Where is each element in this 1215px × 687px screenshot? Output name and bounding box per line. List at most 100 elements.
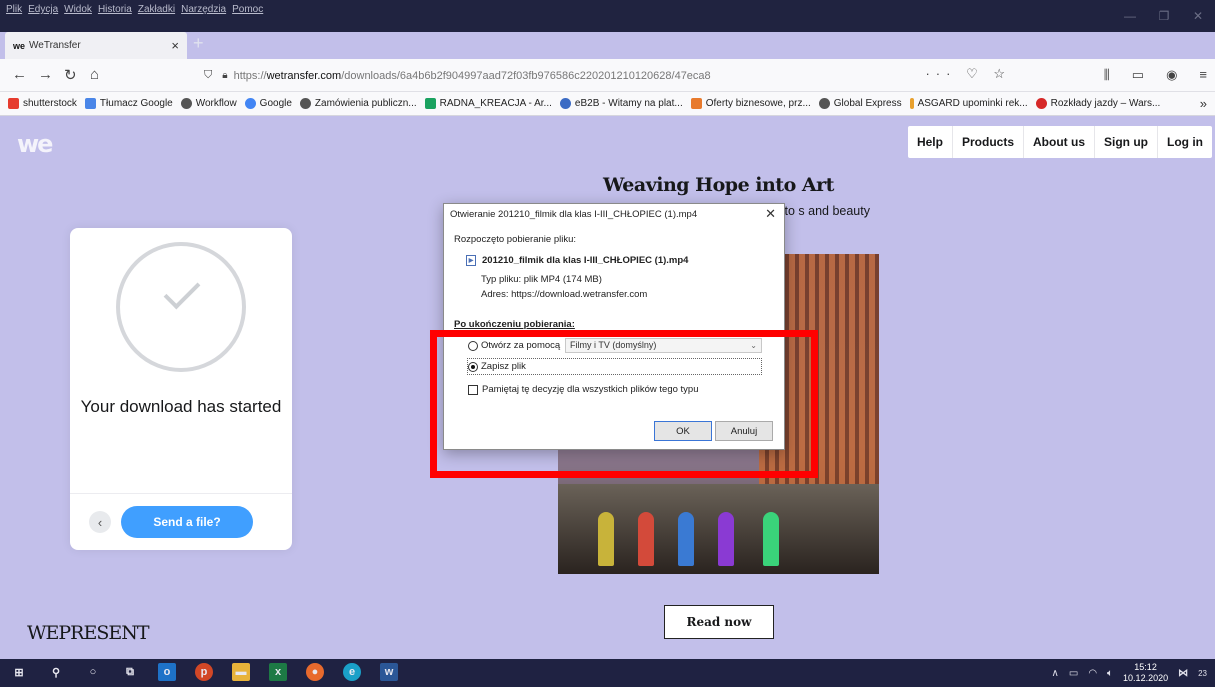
open-with-radio[interactable]: [468, 340, 478, 351]
remember-checkbox[interactable]: [468, 384, 478, 395]
wetransfer-logo[interactable]: we: [17, 130, 53, 158]
bookmark-item[interactable]: Tłumacz Google: [84, 98, 173, 109]
nav-sign-up[interactable]: Sign up: [1094, 126, 1157, 158]
network-icon[interactable]: ◠: [1088, 668, 1097, 679]
eb2b-icon: [559, 98, 571, 109]
cancel-button[interactable]: Anuluj: [715, 421, 773, 441]
reload-icon[interactable]: ↻: [64, 66, 77, 84]
read-now-button[interactable]: Read now: [664, 605, 774, 639]
new-tab-icon[interactable]: +: [193, 33, 204, 54]
save-file-option[interactable]: Zapisz plik: [468, 361, 526, 372]
open-with-app-select[interactable]: Filmy i TV (domyślny) ⌄: [565, 338, 762, 353]
bookmark-item[interactable]: RADNA_KREACJA - Ar...: [424, 98, 552, 109]
artwork-figure: [763, 512, 779, 566]
open-with-option[interactable]: Otwórz za pomocą: [468, 340, 560, 351]
back-button[interactable]: ‹: [89, 511, 111, 533]
close-tab-icon[interactable]: ×: [171, 38, 179, 53]
bookmark-label: Tłumacz Google: [99, 98, 173, 109]
page-actions-icon[interactable]: ··· ♡ ☆: [925, 66, 1011, 82]
url-prefix: https://: [233, 69, 267, 82]
task-view-icon[interactable]: ⧉: [121, 663, 139, 681]
bookmark-label: Global Express: [833, 98, 902, 109]
url-host: wetransfer.com: [266, 69, 342, 82]
artwork-figure: [678, 512, 694, 566]
hamburger-menu-icon[interactable]: ≡: [1199, 67, 1207, 83]
bookmarks-overflow-icon[interactable]: »: [1200, 96, 1207, 111]
bookmark-item[interactable]: eB2B - Witamy na plat...: [559, 98, 683, 109]
card-divider: [70, 493, 292, 494]
clock[interactable]: 15:12 10.12.2020: [1123, 662, 1168, 684]
bookmark-item[interactable]: shutterstock: [8, 98, 77, 109]
notification-count: 23: [1198, 668, 1207, 678]
nav-products[interactable]: Products: [951, 126, 1023, 158]
outlook-icon[interactable]: o: [158, 663, 176, 681]
shield-icon[interactable]: ⛉: [204, 69, 212, 82]
bookmark-item[interactable]: Global Express: [818, 98, 902, 109]
account-icon[interactable]: ◉: [1166, 67, 1177, 83]
restore-icon[interactable]: ❐: [1147, 0, 1181, 32]
taskbar-apps: ⊞ ⚲ ○ ⧉ o p ▬ x ● e w: [10, 663, 398, 681]
nav-help[interactable]: Help: [908, 126, 952, 158]
notifications-icon[interactable]: 23: [1198, 668, 1207, 679]
menu-file[interactable]: Plik: [6, 4, 22, 15]
firefox-icon[interactable]: ●: [306, 663, 324, 681]
search-icon[interactable]: ⚲: [47, 663, 65, 681]
bookmark-label: Oferty biznesowe, prz...: [705, 98, 811, 109]
bookmark-item[interactable]: Rozkłady jazdy – Wars...: [1035, 98, 1160, 109]
open-with-label: Otwórz za pomocą: [481, 340, 561, 351]
bookmark-item[interactable]: Oferty biznesowe, prz...: [690, 98, 811, 109]
powerpoint-icon[interactable]: p: [195, 663, 213, 681]
video-file-icon: ▶: [466, 255, 476, 266]
sidebar-icon[interactable]: ▭: [1132, 67, 1144, 83]
edge-icon[interactable]: e: [343, 663, 361, 681]
back-icon[interactable]: ←: [12, 66, 27, 83]
bookmark-label: eB2B - Witamy na plat...: [574, 98, 683, 109]
dialog-close-icon[interactable]: ✕: [765, 206, 776, 222]
tray-app-icon[interactable]: ⋈: [1178, 668, 1188, 679]
send-file-button[interactable]: Send a file?: [121, 506, 253, 538]
cortana-icon[interactable]: ○: [84, 663, 102, 681]
windows-start-icon[interactable]: ⊞: [10, 663, 28, 681]
battery-icon[interactable]: ▭: [1069, 668, 1078, 679]
menu-bookmarks[interactable]: Zakładki: [138, 4, 175, 15]
menu-history[interactable]: Historia: [98, 4, 132, 15]
word-icon[interactable]: w: [380, 663, 398, 681]
lock-icon[interactable]: 🔒︎: [222, 70, 227, 81]
remember-option[interactable]: Pamiętaj tę decyzję dla wszystkich plikó…: [468, 384, 699, 395]
tab-wetransfer[interactable]: we WeTransfer ×: [5, 32, 187, 59]
artwork-figure: [718, 512, 734, 566]
tray-expand-icon[interactable]: ∧: [1052, 668, 1059, 679]
bookmarks-bar: shutterstock Tłumacz Google Workflow Goo…: [0, 92, 1215, 116]
bookmark-item[interactable]: ASGARD upominki rek...: [909, 98, 1028, 109]
tab-title: WeTransfer: [29, 40, 81, 51]
menu-help[interactable]: Pomoc: [232, 4, 263, 15]
home-icon[interactable]: ⌂: [90, 66, 99, 83]
wepresent-logo[interactable]: WEPRESENT: [27, 622, 150, 644]
save-file-radio[interactable]: [468, 361, 478, 372]
nav-about-us[interactable]: About us: [1023, 126, 1094, 158]
close-window-icon[interactable]: ✕: [1181, 0, 1215, 32]
bookmark-item[interactable]: Google: [244, 98, 292, 109]
clock-date: 10.12.2020: [1123, 673, 1169, 683]
menu-tools[interactable]: Narzędzia: [181, 4, 226, 15]
bookmark-item[interactable]: Workflow: [180, 98, 237, 109]
bookmark-item[interactable]: Zamówienia publiczn...: [299, 98, 417, 109]
forward-icon[interactable]: →: [38, 66, 53, 83]
url-bar[interactable]: ⛉ 🔒︎ https://wetransfer.com/downloads/6a…: [198, 63, 1013, 88]
nav-log-in[interactable]: Log in: [1157, 126, 1212, 158]
excel-icon[interactable]: x: [269, 663, 287, 681]
artwork-figure: [638, 512, 654, 566]
menu-edit[interactable]: Edycja: [28, 4, 58, 15]
url-path: /downloads/6a4b6b2f904997aad72f03fb97658…: [341, 69, 711, 82]
minimize-icon[interactable]: —: [1113, 0, 1147, 32]
library-icon[interactable]: ⫼: [1104, 67, 1110, 83]
clock-time: 15:12: [1134, 662, 1157, 672]
bookmark-label: RADNA_KREACJA - Ar...: [439, 98, 552, 109]
file-explorer-icon[interactable]: ▬: [232, 663, 250, 681]
ad-title: Weaving Hope into Art: [603, 174, 834, 196]
wetransfer-favicon: we: [13, 40, 26, 51]
shutterstock-icon: [8, 98, 19, 109]
menu-view[interactable]: Widok: [64, 4, 92, 15]
ok-button[interactable]: OK: [654, 421, 712, 441]
volume-icon[interactable]: 🔈︎: [1107, 668, 1113, 679]
